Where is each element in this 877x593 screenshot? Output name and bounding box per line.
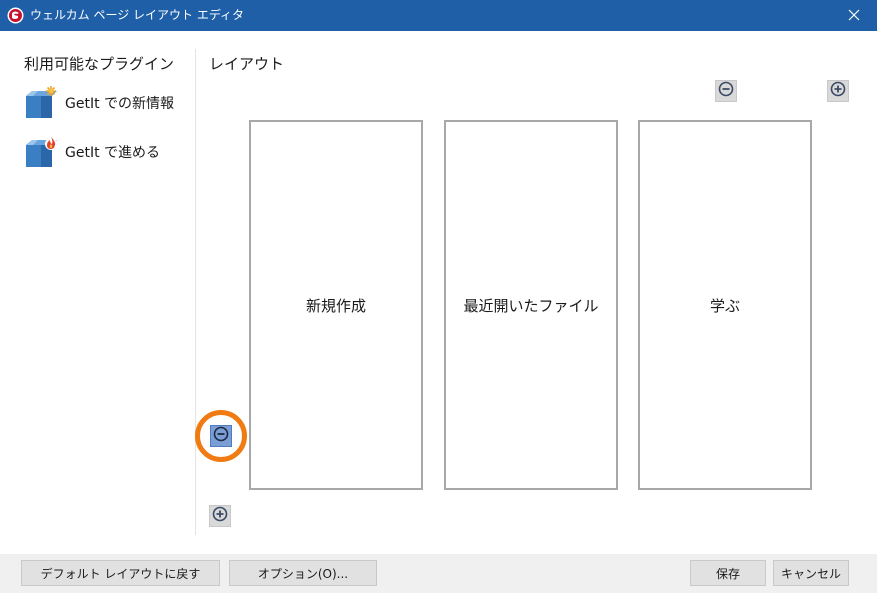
layout-column-new[interactable]: 新規作成 <box>249 120 423 490</box>
layout-heading: レイアウト <box>209 55 285 73</box>
plus-circle-icon <box>830 81 846 101</box>
remove-column-button[interactable] <box>715 80 737 102</box>
plugin-item-label: GetIt での新情報 <box>65 96 175 112</box>
close-button[interactable] <box>831 0 877 31</box>
layout-column-recent-files[interactable]: 最近開いたファイル <box>444 120 618 490</box>
footer-bar: デフォルト レイアウトに戻す オプション(O)... 保存 キャンセル <box>0 554 877 593</box>
plugins-heading: 利用可能なプラグイン <box>24 55 175 73</box>
save-button[interactable]: 保存 <box>690 560 766 586</box>
plus-circle-icon <box>212 506 228 526</box>
add-column-button[interactable] <box>827 80 849 102</box>
cancel-button[interactable]: キャンセル <box>773 560 849 586</box>
options-button[interactable]: オプション(O)... <box>229 560 377 586</box>
add-row-button[interactable] <box>209 505 231 527</box>
reset-layout-button[interactable]: デフォルト レイアウトに戻す <box>21 560 220 586</box>
plugin-item-label: GetIt で進める <box>65 145 161 161</box>
plugin-item-getit-new[interactable]: GetIt での新情報 <box>24 86 194 120</box>
delphi-helmet-icon <box>7 7 24 24</box>
panel-separator <box>195 49 196 535</box>
plugins-panel: 利用可能なプラグイン GetIt での新情報 GetIt で進める <box>0 31 196 554</box>
layout-column-learn[interactable]: 学ぶ <box>638 120 812 490</box>
column-label: 新規作成 <box>305 296 366 315</box>
minus-circle-icon <box>718 81 734 101</box>
title-bar: ウェルカム ページ レイアウト エディタ <box>0 0 877 31</box>
remove-row-button[interactable] <box>210 425 232 447</box>
minus-circle-icon <box>213 426 229 446</box>
column-label: 学ぶ <box>709 296 740 315</box>
package-flame-icon <box>24 135 58 169</box>
close-icon <box>848 6 860 25</box>
column-label: 最近開いたファイル <box>463 296 599 315</box>
plugin-item-getit-learn[interactable]: GetIt で進める <box>24 135 194 169</box>
package-star-icon <box>24 86 58 120</box>
window-title: ウェルカム ページ レイアウト エディタ <box>30 8 245 22</box>
